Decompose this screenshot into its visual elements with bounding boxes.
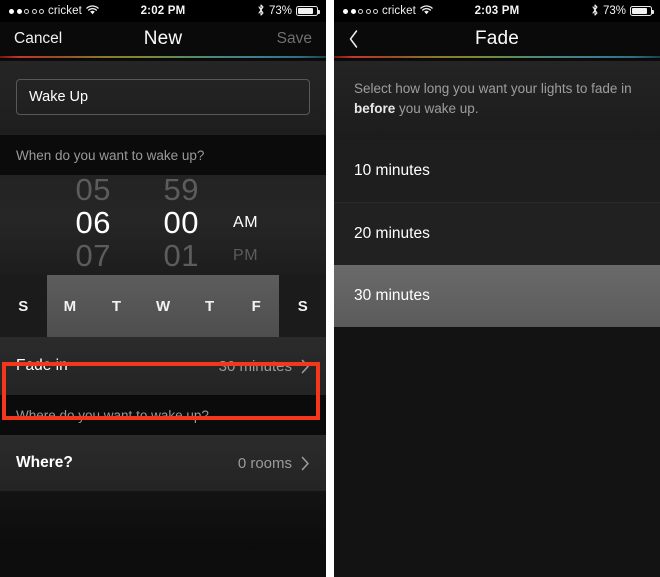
meridiem-next-value[interactable]: PM xyxy=(213,239,326,273)
hour-prev-value[interactable]: 05 xyxy=(0,175,125,207)
repeat-days-selector[interactable]: S M T W T F S xyxy=(0,275,326,337)
where-value: 0 rooms xyxy=(237,454,292,472)
day-toggle-monday[interactable]: M xyxy=(46,275,94,337)
hour-next-value[interactable]: 07 xyxy=(0,238,125,273)
day-toggle-tuesday[interactable]: T xyxy=(93,275,140,337)
fade-in-value: 30 minutes xyxy=(218,357,292,375)
alarm-name-section xyxy=(0,61,326,135)
battery-icon xyxy=(630,6,654,16)
status-right-group: 73% xyxy=(591,0,654,22)
save-button[interactable]: Save xyxy=(277,22,312,56)
fade-in-value-group: 30 minutes xyxy=(219,358,310,375)
time-section-header: When do you want to wake up? xyxy=(0,135,326,175)
screenshot-stage: cricket 2:02 PM 73% Cancel New Save Wake… xyxy=(0,0,660,577)
minute-next-value[interactable]: 01 xyxy=(125,238,213,273)
day-label: S xyxy=(297,297,308,315)
minute-picker-column[interactable]: 59 00 01 xyxy=(125,175,213,275)
description-emphasis: before xyxy=(354,100,396,116)
battery-percent-label: 73% xyxy=(602,5,626,17)
status-right-group: 73% xyxy=(257,0,320,22)
battery-percent-label: 73% xyxy=(268,5,292,17)
description-text-part1: Select how long you want your lights to … xyxy=(354,81,632,96)
where-section-header: Where do you want to wake up? xyxy=(0,395,326,435)
battery-icon xyxy=(296,6,320,16)
meridiem-selected-value[interactable]: AM xyxy=(213,206,326,240)
fade-option-10-minutes[interactable]: 10 minutes xyxy=(334,140,660,203)
description-text-part2: you wake up. xyxy=(395,100,479,116)
day-label: F xyxy=(251,297,261,315)
day-toggle-friday[interactable]: F xyxy=(232,275,280,337)
hour-picker-column[interactable]: 05 06 07 xyxy=(0,175,125,275)
bluetooth-icon xyxy=(591,3,599,19)
day-toggle-sunday[interactable]: S xyxy=(0,275,47,337)
option-label: 20 minutes xyxy=(354,225,430,243)
day-toggle-saturday[interactable]: S xyxy=(279,275,326,337)
day-label: T xyxy=(205,297,215,315)
right-phone-screen: cricket 2:03 PM 73% Fade Select how long… xyxy=(334,0,660,577)
left-nav-bar: Cancel New Save xyxy=(0,22,326,56)
right-nav-bar: Fade xyxy=(334,22,660,56)
fade-option-20-minutes[interactable]: 20 minutes xyxy=(334,203,660,266)
right-empty-area xyxy=(334,327,660,577)
option-label: 30 minutes xyxy=(354,287,430,305)
minute-selected-value[interactable]: 00 xyxy=(125,205,213,240)
minute-prev-value[interactable]: 59 xyxy=(125,175,213,207)
alarm-name-input[interactable] xyxy=(16,79,310,115)
left-empty-area xyxy=(0,491,326,551)
right-status-bar: cricket 2:03 PM 73% xyxy=(334,0,660,22)
day-label: T xyxy=(111,297,122,315)
where-label: Where? xyxy=(16,454,73,471)
left-status-bar: cricket 2:02 PM 73% xyxy=(0,0,326,22)
fade-option-30-minutes[interactable]: 30 minutes xyxy=(334,265,660,328)
fade-description: Select how long you want your lights to … xyxy=(334,61,660,141)
fade-in-row[interactable]: Fade in 30 minutes xyxy=(0,337,326,395)
fade-in-label: Fade in xyxy=(16,357,68,374)
day-label: W xyxy=(155,297,171,315)
left-phone-screen: cricket 2:02 PM 73% Cancel New Save Wake… xyxy=(0,0,326,577)
page-title: Fade xyxy=(474,28,520,49)
where-value-group: 0 rooms xyxy=(238,455,310,472)
bluetooth-icon xyxy=(257,3,265,19)
meridiem-picker-column[interactable]: AM PM xyxy=(213,175,326,275)
hour-selected-value[interactable]: 06 xyxy=(0,205,125,240)
where-row[interactable]: Where? 0 rooms xyxy=(0,435,326,491)
chevron-right-icon xyxy=(301,456,310,471)
time-picker[interactable]: 05 06 07 59 00 01 AM PM xyxy=(0,175,326,275)
chevron-right-icon xyxy=(301,359,310,374)
day-label: M xyxy=(63,297,77,315)
day-label: S xyxy=(18,297,29,315)
day-toggle-thursday[interactable]: T xyxy=(186,275,233,337)
option-label: 10 minutes xyxy=(354,162,430,180)
day-toggle-wednesday[interactable]: W xyxy=(139,275,187,337)
